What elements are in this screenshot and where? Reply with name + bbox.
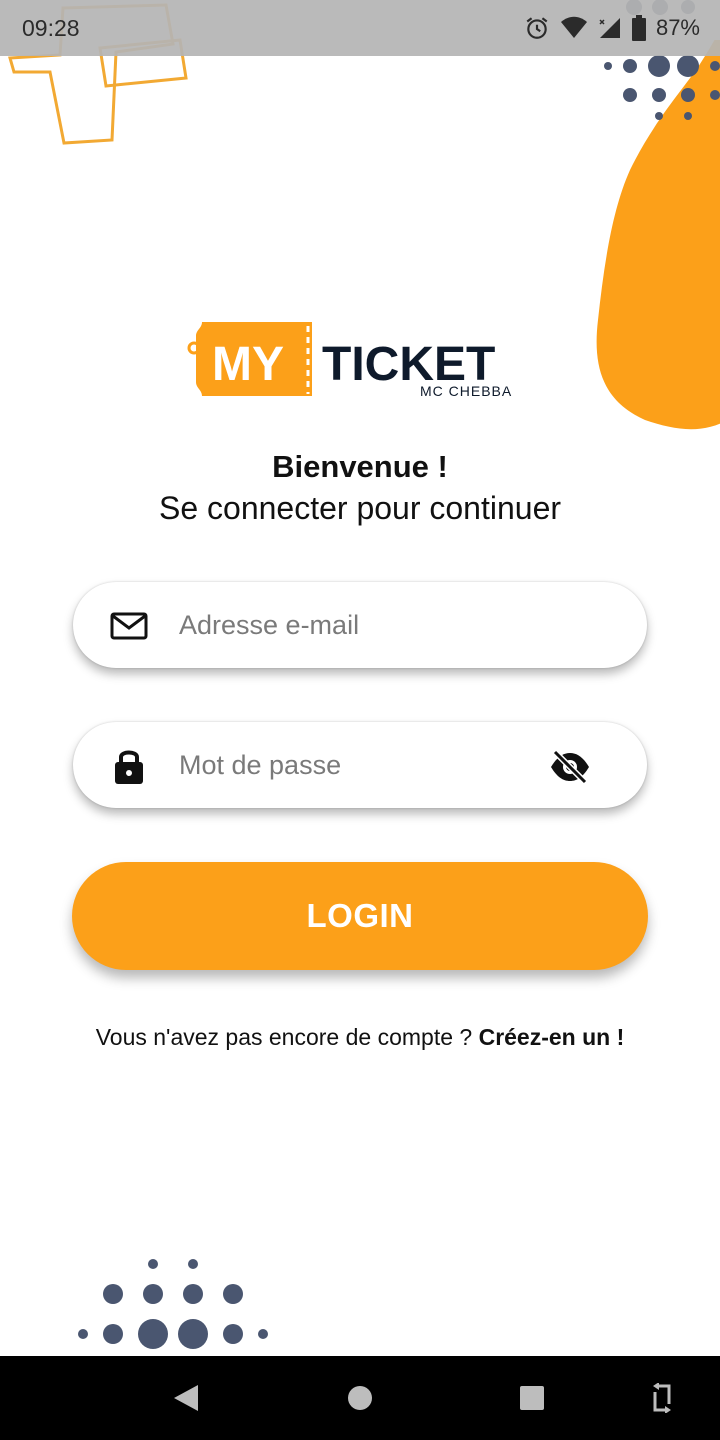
eye-off-icon[interactable] — [549, 746, 591, 788]
status-icons: 87% — [524, 14, 700, 42]
logo-tagline: MC CHEBBA — [420, 383, 512, 399]
recents-icon[interactable] — [512, 1378, 552, 1418]
mail-icon — [109, 606, 149, 646]
login-button[interactable]: LOGIN — [72, 862, 648, 970]
signup-prompt-text: Vous n'avez pas encore de compte ? — [95, 1024, 479, 1050]
rotate-icon[interactable] — [642, 1378, 682, 1418]
password-field[interactable] — [73, 722, 647, 808]
alarm-icon — [526, 17, 548, 39]
signup-prompt: Vous n'avez pas encore de compte ? Créez… — [0, 1024, 720, 1051]
back-icon[interactable] — [166, 1378, 206, 1418]
cell-signal-icon — [599, 18, 620, 38]
battery-percentage: 87% — [655, 15, 700, 40]
create-account-link[interactable]: Créez-en un ! — [479, 1024, 625, 1050]
welcome-title: Bienvenue ! — [272, 449, 448, 484]
status-bar: 09:28 87% — [0, 0, 720, 56]
home-icon[interactable] — [340, 1378, 380, 1418]
wifi-icon — [560, 16, 587, 38]
email-input[interactable] — [179, 600, 539, 650]
myticket-logo: MY TICKET MC CHEBBA — [187, 322, 512, 399]
password-input[interactable] — [179, 740, 539, 790]
welcome-subtitle: Se connecter pour continuer — [158, 490, 562, 526]
lock-icon — [109, 746, 149, 786]
dots-decoration-bottom — [78, 1259, 268, 1349]
email-field[interactable] — [73, 582, 647, 668]
status-time: 09:28 — [22, 15, 80, 41]
battery-icon — [631, 15, 646, 41]
orange-blob-decoration — [596, 40, 720, 430]
logo-brand-left: MY — [212, 338, 284, 391]
navigation-bar — [0, 1356, 720, 1440]
